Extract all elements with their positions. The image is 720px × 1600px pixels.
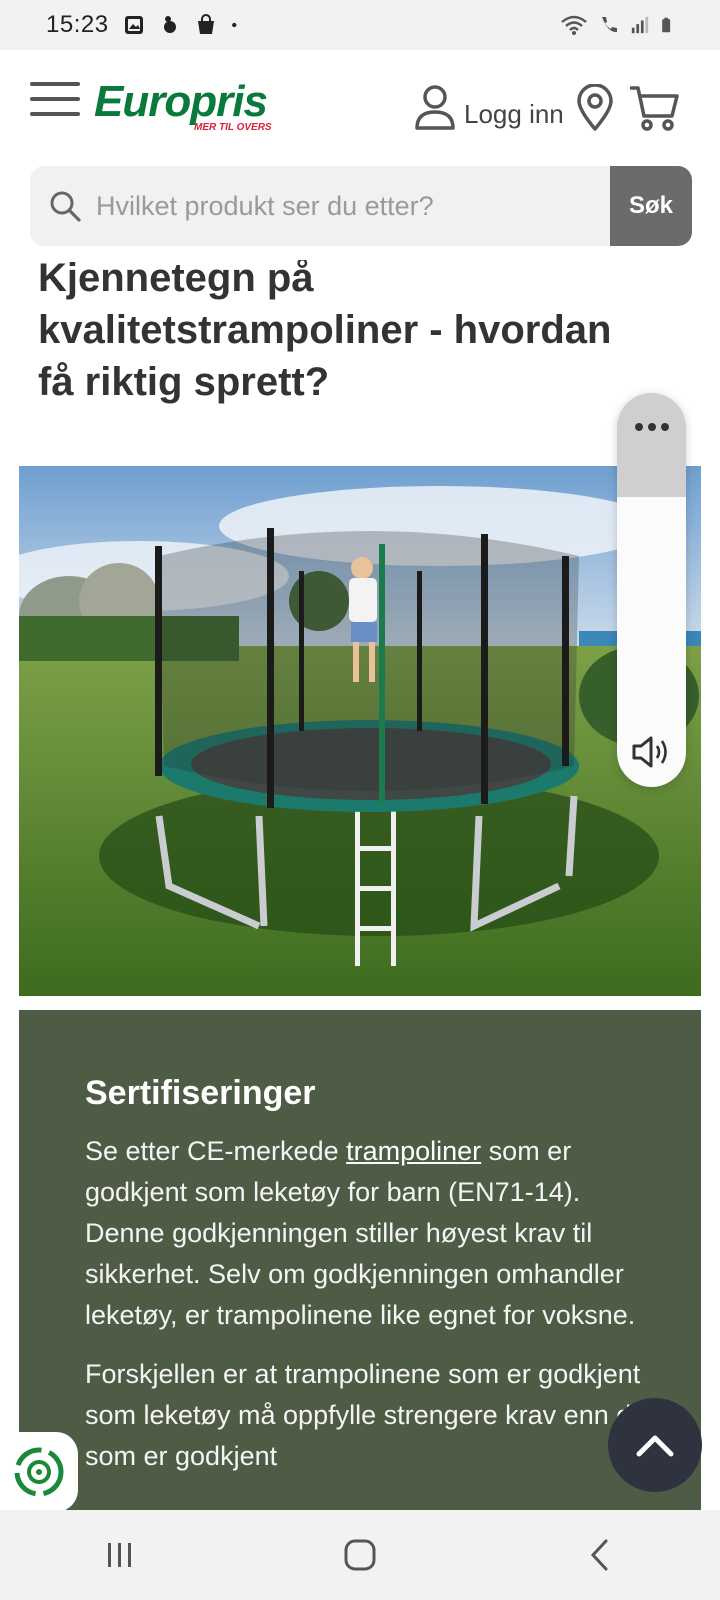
home-button[interactable]	[320, 1525, 400, 1585]
battery-icon	[662, 17, 671, 33]
cart-button[interactable]	[628, 84, 680, 137]
trampoliner-link[interactable]: trampoliner	[346, 1136, 481, 1166]
play-audio-button[interactable]	[631, 734, 673, 775]
hero-image	[19, 466, 701, 996]
search-bar: Søk	[30, 166, 692, 246]
login-label: Logg inn	[464, 99, 564, 129]
logo-tagline: MER TIL OVERS	[194, 122, 272, 133]
infobox-paragraph-2: Forskjellen er at trampolinene som er go…	[85, 1359, 647, 1471]
location-pin-icon	[577, 83, 613, 131]
shopping-bag-icon	[197, 14, 214, 34]
recycle-icon	[14, 1447, 64, 1497]
recycle-badge[interactable]	[0, 1432, 78, 1512]
dot	[660, 423, 669, 431]
wifi-icon	[561, 15, 587, 35]
read-aloud-widget	[617, 393, 686, 787]
logo-wordmark: Europris	[94, 77, 267, 126]
search-input[interactable]	[96, 166, 610, 246]
dot	[634, 423, 643, 431]
recents-icon	[108, 1543, 131, 1567]
europris-logo[interactable]: Europris MER TIL OVERS	[92, 76, 272, 136]
hand-icon	[163, 16, 176, 33]
article-title: Kjennetegn på kvalitetstrampoliner - hvo…	[38, 256, 612, 404]
menu-line	[30, 82, 80, 86]
status-time: 15:23	[46, 11, 109, 38]
recents-button[interactable]	[80, 1525, 160, 1585]
speaker-icon	[632, 736, 667, 768]
signal-icon	[631, 16, 649, 34]
search-icon	[50, 191, 81, 222]
scroll-to-top-button[interactable]	[608, 1398, 702, 1492]
login-link[interactable]: Logg inn	[414, 84, 564, 132]
image-icon	[124, 16, 143, 34]
store-locator-button[interactable]	[576, 83, 614, 137]
status-bar: 15:23	[0, 0, 720, 50]
more-dots-icon	[634, 423, 669, 497]
menu-line	[30, 97, 80, 101]
paragraph-1-text-before: Se etter CE-merkede	[85, 1136, 347, 1166]
infobox-heading: Sertifiseringer	[85, 1074, 316, 1112]
trampoline-photo	[19, 466, 701, 996]
dot	[647, 423, 656, 431]
back-icon	[590, 1539, 608, 1571]
back-button[interactable]	[560, 1525, 640, 1585]
shopping-cart-icon	[630, 86, 679, 131]
search-icon-wrapper	[34, 166, 96, 246]
screen: 15:23 Europris MER TIL OVERS Logg inn Hv…	[0, 0, 720, 1600]
infobox-paragraph-1: Se etter CE-merkede trampoliner som er g…	[85, 1131, 651, 1336]
audio-menu-button[interactable]	[617, 393, 686, 497]
menu-button[interactable]	[30, 82, 80, 118]
dot-icon	[231, 22, 237, 28]
search-button[interactable]: Søk	[610, 166, 692, 246]
call-icon	[602, 17, 617, 33]
home-icon	[344, 1539, 376, 1571]
user-icon	[415, 85, 455, 130]
system-nav-bar	[0, 1510, 720, 1600]
chevron-up-icon	[636, 1435, 674, 1457]
menu-line	[30, 112, 80, 116]
logo-graphic: Europris MER TIL OVERS	[94, 77, 272, 133]
site-header: Europris MER TIL OVERS Logg inn	[0, 50, 720, 160]
